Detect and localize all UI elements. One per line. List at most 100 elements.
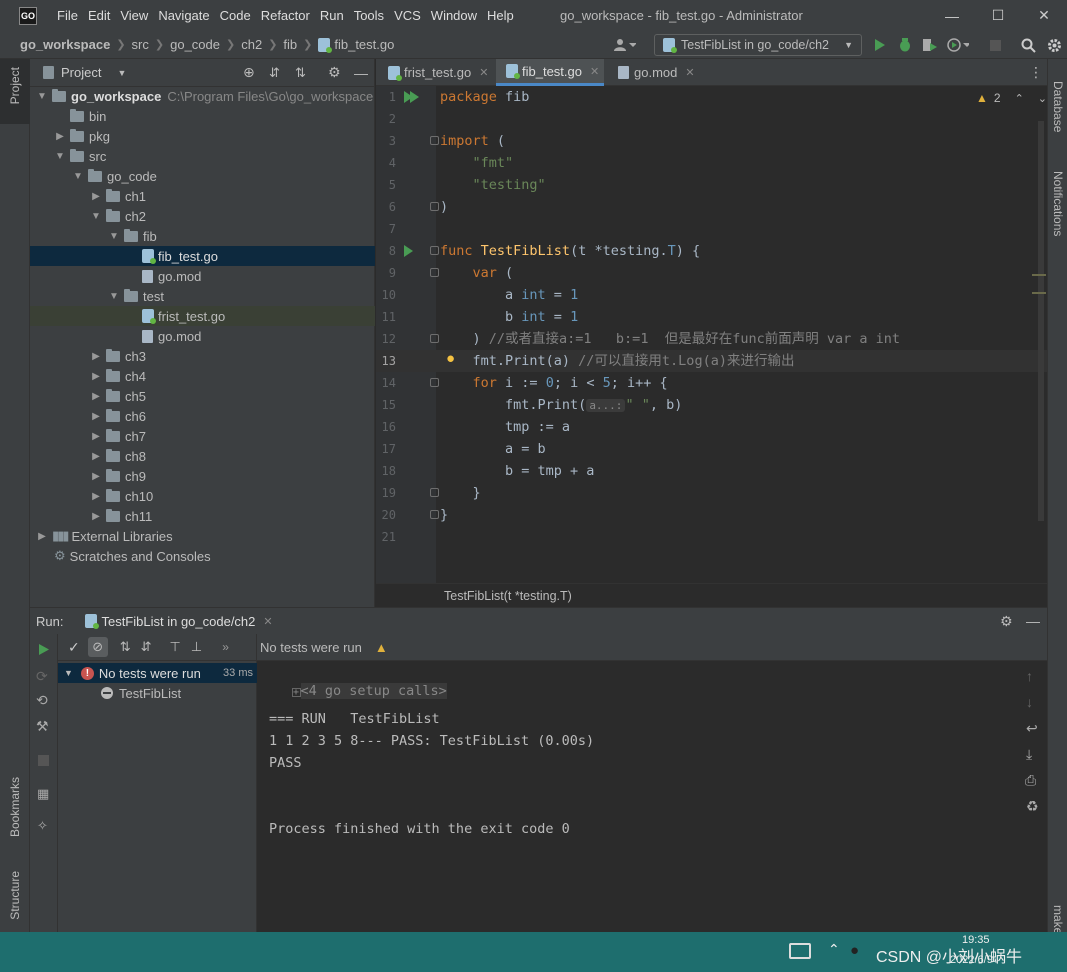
tree-item-ch11[interactable]: ▶ ch11 xyxy=(30,506,375,526)
tree-item-ch8[interactable]: ▶ ch8 xyxy=(30,446,375,466)
coverage-icon[interactable] xyxy=(921,36,939,54)
crumb-src[interactable]: src xyxy=(132,37,149,52)
tree-root[interactable]: ▼ go_workspace C:\Program Files\Go\go_wo… xyxy=(30,86,375,106)
run-test-icon[interactable] xyxy=(404,245,413,257)
test-tree-root[interactable]: ▼ ! No tests were run 33 ms xyxy=(58,663,257,683)
account-icon[interactable] xyxy=(612,36,638,54)
tree-item-fib-test-go[interactable]: fib_test.go xyxy=(30,246,375,266)
run-tab-label[interactable]: TestFibList in go_code/ch2 xyxy=(101,614,255,629)
menu-code[interactable]: Code xyxy=(215,0,256,31)
rerun-failed-icon[interactable]: ⟳ xyxy=(36,668,48,685)
tab-fib-test-go[interactable]: fib_test.go ✕ xyxy=(496,59,604,86)
collapse-all-icon[interactable]: ⇅ xyxy=(295,65,306,81)
clock-time[interactable]: 19:35 xyxy=(962,934,990,946)
menu-run[interactable]: Run xyxy=(315,0,349,31)
tree-item-fib-go-mod[interactable]: go.mod xyxy=(30,266,375,286)
fold-marker-icon[interactable] xyxy=(430,334,439,343)
expand-icon[interactable]: + xyxy=(291,688,301,698)
tree-item-pkg[interactable]: ▶ pkg xyxy=(30,126,375,146)
run-settings-icon[interactable]: ⚙ xyxy=(1000,613,1013,630)
tree-item-ch7[interactable]: ▶ ch7 xyxy=(30,426,375,446)
expand-all-icon[interactable]: ⇵ xyxy=(269,65,280,81)
debug-icon[interactable] xyxy=(896,36,914,54)
editor-breadcrumb[interactable]: TestFibList(t *testing.T) xyxy=(376,583,1047,607)
close-icon[interactable]: ✕ xyxy=(263,615,272,628)
close-icon[interactable]: ✕ xyxy=(1021,0,1067,31)
make-tool-label[interactable]: make xyxy=(1051,905,1065,934)
crumb-ch2[interactable]: ch2 xyxy=(241,37,262,52)
fold-marker-icon[interactable] xyxy=(430,488,439,497)
fold-marker-icon[interactable] xyxy=(430,268,439,277)
show-ignored-icon[interactable]: ⊘ xyxy=(87,637,108,657)
tree-item-ch9[interactable]: ▶ ch9 xyxy=(30,466,375,486)
fold-marker-icon[interactable] xyxy=(430,510,439,519)
menu-vcs[interactable]: VCS xyxy=(389,0,426,31)
qq-icon[interactable]: ● xyxy=(850,942,859,959)
test-tree-child[interactable]: TestFibList xyxy=(58,683,257,703)
tree-item-go-code[interactable]: ▼ go_code xyxy=(30,166,375,186)
menu-navigate[interactable]: Navigate xyxy=(153,0,214,31)
fold-marker-icon[interactable] xyxy=(430,136,439,145)
wrench-icon[interactable]: ⚒ xyxy=(36,718,49,735)
collapse-all-icon[interactable]: ⊥ xyxy=(191,639,202,655)
menu-window[interactable]: Window xyxy=(426,0,482,31)
notifications-tool-label[interactable]: Notifications xyxy=(1051,171,1065,236)
tree-item-scratches[interactable]: ⚙ Scratches and Consoles xyxy=(30,546,375,566)
tree-item-ch1[interactable]: ▶ ch1 xyxy=(30,186,375,206)
close-icon[interactable]: ✕ xyxy=(685,66,694,79)
scroll-to-end-icon[interactable]: ⤓ xyxy=(1026,746,1032,763)
panel-settings-icon[interactable]: ⚙ xyxy=(328,64,341,81)
editor-scrollbar[interactable] xyxy=(1038,121,1044,521)
close-icon[interactable]: ✕ xyxy=(479,66,488,79)
fold-marker-icon[interactable] xyxy=(430,202,439,211)
tree-item-ch2[interactable]: ▼ ch2 xyxy=(30,206,375,226)
run-configuration-selector[interactable]: TestFibList in go_code/ch2 ▼ xyxy=(654,34,862,56)
database-tool-label[interactable]: Database xyxy=(1051,81,1065,132)
tree-item-frist-test-go[interactable]: frist_test.go xyxy=(30,306,375,326)
crumb-fib-test[interactable]: fib_test.go xyxy=(334,37,394,52)
chevron-down-icon[interactable]: ▼ xyxy=(117,68,126,78)
crumb-go-workspace[interactable]: go_workspace xyxy=(20,37,110,52)
run-package-icon[interactable] xyxy=(410,91,419,103)
hide-panel-icon[interactable]: — xyxy=(354,65,368,81)
tree-item-bin[interactable]: bin xyxy=(30,106,375,126)
tree-item-test-go-mod[interactable]: go.mod xyxy=(30,326,375,346)
chevron-down-icon[interactable]: ⌄ xyxy=(1038,92,1047,105)
maximize-icon[interactable]: ☐ xyxy=(975,0,1021,31)
tree-item-ch6[interactable]: ▶ ch6 xyxy=(30,406,375,426)
console-setup-calls[interactable]: +<4 go setup calls> xyxy=(259,667,447,715)
stop-icon[interactable] xyxy=(38,754,49,769)
chevron-up-icon[interactable]: ⌃ xyxy=(828,941,840,958)
show-passed-icon[interactable]: ✓ xyxy=(68,639,80,656)
rerun-icon[interactable] xyxy=(38,643,50,659)
chevron-up-icon[interactable]: ⌃ xyxy=(1015,92,1024,105)
hide-panel-icon[interactable]: — xyxy=(1026,613,1040,629)
expand-all-icon[interactable]: ⊤ xyxy=(170,639,181,655)
settings-gear-icon[interactable] xyxy=(1045,36,1063,54)
bookmarks-tool-label[interactable]: Bookmarks xyxy=(8,777,22,837)
inspection-widget[interactable]: ▲ 2 ⌃ ⌄ xyxy=(976,91,1047,105)
more-icon[interactable]: » xyxy=(222,640,229,654)
arrow-up-icon[interactable]: ↑ xyxy=(1026,668,1033,684)
crumb-fib[interactable]: fib xyxy=(283,37,297,52)
project-tool-tab[interactable]: Project xyxy=(0,59,30,124)
menu-file[interactable]: File xyxy=(52,0,83,31)
tree-item-src[interactable]: ▼ src xyxy=(30,146,375,166)
stop-icon[interactable] xyxy=(986,36,1004,54)
arrow-down-icon[interactable]: ↓ xyxy=(1026,694,1033,710)
locate-file-icon[interactable]: ⊕ xyxy=(243,64,255,81)
minimize-icon[interactable]: — xyxy=(929,0,975,31)
tab-frist-test-go[interactable]: frist_test.go ✕ xyxy=(384,59,496,86)
project-panel-title[interactable]: Project xyxy=(61,65,101,80)
print-icon[interactable]: ⎙ xyxy=(1025,772,1036,789)
tab-go-mod[interactable]: go.mod ✕ xyxy=(608,59,698,86)
menu-help[interactable]: Help xyxy=(482,0,519,31)
tree-item-ch4[interactable]: ▶ ch4 xyxy=(30,366,375,386)
toggle-auto-test-icon[interactable]: ⟲ xyxy=(36,692,48,709)
menu-tools[interactable]: Tools xyxy=(349,0,389,31)
tree-item-ch10[interactable]: ▶ ch10 xyxy=(30,486,375,506)
trash-icon[interactable]: ♻ xyxy=(1026,798,1039,815)
profile-icon[interactable] xyxy=(946,36,970,54)
clock-date[interactable]: 2022/6/9 xyxy=(950,954,993,966)
tree-item-external-libraries[interactable]: ▶ ▮▮▮ External Libraries xyxy=(30,526,375,546)
